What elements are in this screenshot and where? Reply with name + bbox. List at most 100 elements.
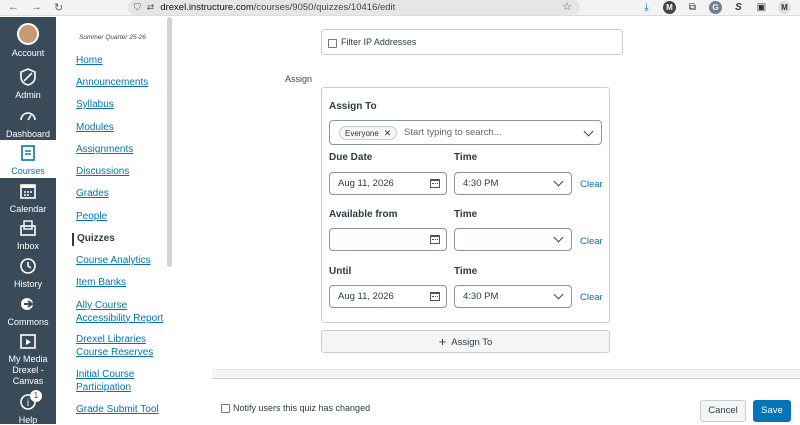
assignee-chip-label: Everyone bbox=[345, 129, 379, 138]
course-nav-assignments[interactable]: Assignments bbox=[76, 144, 133, 157]
page-settings-icon[interactable]: ⇄ bbox=[147, 2, 155, 13]
term-label: Summer Quarter 25-26 bbox=[79, 34, 146, 41]
until-time-select[interactable]: 4:30 PM bbox=[454, 285, 572, 308]
chevron-down-icon[interactable] bbox=[553, 232, 564, 243]
course-nav-grades[interactable]: Grades bbox=[76, 188, 109, 201]
global-nav-courses[interactable]: Courses bbox=[0, 140, 56, 178]
global-nav-label: Courses bbox=[11, 166, 45, 176]
due-time-value: 4:30 PM bbox=[463, 178, 499, 189]
until-time-value: 4:30 PM bbox=[463, 291, 499, 302]
quiz-edit-main: Filter IP Addresses Assign Assign To Eve… bbox=[174, 17, 800, 424]
calendar-icon[interactable] bbox=[430, 179, 440, 188]
course-nav-ally-report[interactable]: Ally Course Accessibility Report bbox=[76, 300, 166, 325]
available-from-label: Available from bbox=[329, 209, 398, 220]
extension-puzzle-icon[interactable]: ⧉ bbox=[686, 1, 699, 14]
course-nav-announcements[interactable]: Announcements bbox=[76, 77, 148, 90]
course-navigation: Summer Quarter 25-26 Home Announcements … bbox=[56, 17, 174, 424]
calendar-icon bbox=[20, 184, 36, 199]
course-nav-scrollbar[interactable] bbox=[167, 17, 172, 267]
cancel-button[interactable]: Cancel bbox=[700, 400, 746, 422]
chevron-down-icon[interactable] bbox=[553, 289, 564, 300]
due-time-select[interactable]: 4:30 PM bbox=[454, 172, 572, 195]
course-nav-modules[interactable]: Modules bbox=[76, 122, 114, 135]
global-nav-admin[interactable]: Admin bbox=[0, 67, 56, 100]
reload-icon[interactable]: ↻ bbox=[54, 1, 63, 14]
media-icon bbox=[20, 334, 36, 349]
available-date-input[interactable] bbox=[329, 228, 447, 251]
save-button[interactable]: Save bbox=[753, 400, 791, 422]
course-nav-course-analytics[interactable]: Course Analytics bbox=[76, 255, 150, 268]
until-date-value: Aug 11, 2026 bbox=[338, 291, 394, 302]
filter-ip-checkbox[interactable] bbox=[328, 39, 337, 48]
until-date-input[interactable]: Aug 11, 2026 bbox=[329, 285, 447, 308]
global-nav-label: My Media Drexel - Canvas bbox=[8, 354, 48, 386]
course-nav-people[interactable]: People bbox=[76, 211, 107, 224]
add-assign-to-button[interactable]: + Assign To bbox=[321, 330, 610, 353]
until-time-label: Time bbox=[454, 266, 478, 277]
remove-chip-icon[interactable]: ✕ bbox=[384, 128, 392, 138]
filter-ip-label: Filter IP Addresses bbox=[341, 37, 417, 47]
back-icon[interactable]: ← bbox=[8, 1, 19, 14]
course-nav-syllabus[interactable]: Syllabus bbox=[76, 99, 114, 112]
course-nav-library-reserves[interactable]: Drexel Libraries Course Reserves bbox=[76, 334, 156, 359]
extension-m-icon[interactable]: M bbox=[663, 1, 676, 14]
global-nav-dashboard[interactable]: Dashboard bbox=[0, 106, 56, 139]
shield-icon bbox=[20, 68, 36, 86]
due-date-label: Due Date bbox=[329, 152, 373, 163]
available-time-label: Time bbox=[454, 209, 478, 220]
notify-users-label: Notify users this quiz has changed bbox=[233, 403, 371, 413]
course-nav-discussions[interactable]: Discussions bbox=[76, 166, 129, 179]
global-nav-account[interactable]: Account bbox=[0, 23, 56, 58]
course-nav-grade-submit[interactable]: Grade Submit Tool bbox=[76, 404, 159, 417]
address-bar[interactable]: ⛉ ⇄ drexel.instructure.com/courses/9050/… bbox=[128, 0, 580, 15]
chevron-down-icon[interactable] bbox=[583, 126, 594, 137]
available-time-select[interactable] bbox=[454, 228, 572, 251]
global-nav-commons[interactable]: Commons bbox=[0, 294, 56, 327]
global-navigation: Account Admin Dashboard Courses Calendar… bbox=[0, 17, 56, 425]
global-nav-label: Admin bbox=[15, 90, 41, 100]
book-icon bbox=[21, 145, 35, 161]
extension-g-icon[interactable]: G bbox=[709, 1, 722, 14]
clear-until-button[interactable]: Clear bbox=[580, 292, 603, 303]
bookmark-star-icon[interactable]: ☆ bbox=[562, 0, 572, 13]
global-nav-my-media[interactable]: My Media Drexel - Canvas bbox=[0, 331, 56, 387]
extension-s-icon[interactable]: S bbox=[732, 1, 745, 14]
chevron-down-icon[interactable] bbox=[553, 176, 564, 187]
calendar-icon[interactable] bbox=[430, 292, 440, 301]
help-badge: 1 bbox=[30, 390, 42, 402]
calendar-icon[interactable] bbox=[430, 235, 440, 244]
global-nav-label: History bbox=[13, 279, 42, 289]
course-nav-home[interactable]: Home bbox=[76, 55, 103, 68]
course-nav-initial-participation[interactable]: Initial Course Participation bbox=[76, 369, 146, 394]
extension-shield-icon[interactable]: ▣ bbox=[755, 1, 768, 14]
add-assign-to-label: Assign To bbox=[451, 337, 493, 348]
download-icon[interactable]: ⤓ bbox=[640, 1, 653, 14]
course-nav-quizzes[interactable]: Quizzes bbox=[72, 233, 115, 246]
assign-to-combobox[interactable]: Everyone ✕ Start typing to search... bbox=[329, 120, 602, 145]
assign-section-label: Assign bbox=[285, 74, 313, 84]
extension-m2-icon[interactable]: M bbox=[778, 1, 791, 14]
section-divider bbox=[212, 369, 800, 377]
filter-ip-option: Filter IP Addresses bbox=[321, 29, 623, 55]
assign-to-label: Assign To bbox=[329, 101, 377, 112]
assign-card: Assign To Everyone ✕ Start typing to sear… bbox=[321, 87, 610, 323]
course-nav-item-banks[interactable]: Item Banks bbox=[76, 277, 126, 290]
notify-users-checkbox[interactable] bbox=[221, 404, 230, 413]
clock-icon bbox=[20, 258, 36, 274]
extensions-toolbar: ⤓ M ⧉ G S ▣ M bbox=[640, 1, 791, 15]
forward-icon[interactable]: → bbox=[31, 1, 42, 14]
clear-available-button[interactable]: Clear bbox=[580, 236, 603, 247]
global-nav-label: Commons bbox=[7, 317, 49, 327]
clear-due-button[interactable]: Clear bbox=[580, 179, 603, 190]
assignee-chip[interactable]: Everyone ✕ bbox=[339, 126, 398, 140]
until-label: Until bbox=[329, 266, 352, 277]
svg-text:i: i bbox=[27, 398, 29, 409]
global-nav-help[interactable]: i 1 Help bbox=[0, 390, 56, 425]
assign-search-input[interactable]: Start typing to search... bbox=[404, 127, 502, 138]
form-footer: Notify users this quiz has changed Cance… bbox=[212, 378, 800, 424]
due-date-input[interactable]: Aug 11, 2026 bbox=[329, 172, 447, 195]
global-nav-label: Calendar bbox=[9, 204, 47, 214]
global-nav-calendar[interactable]: Calendar bbox=[0, 181, 56, 214]
global-nav-inbox[interactable]: Inbox bbox=[0, 218, 56, 251]
global-nav-history[interactable]: History bbox=[0, 256, 56, 289]
